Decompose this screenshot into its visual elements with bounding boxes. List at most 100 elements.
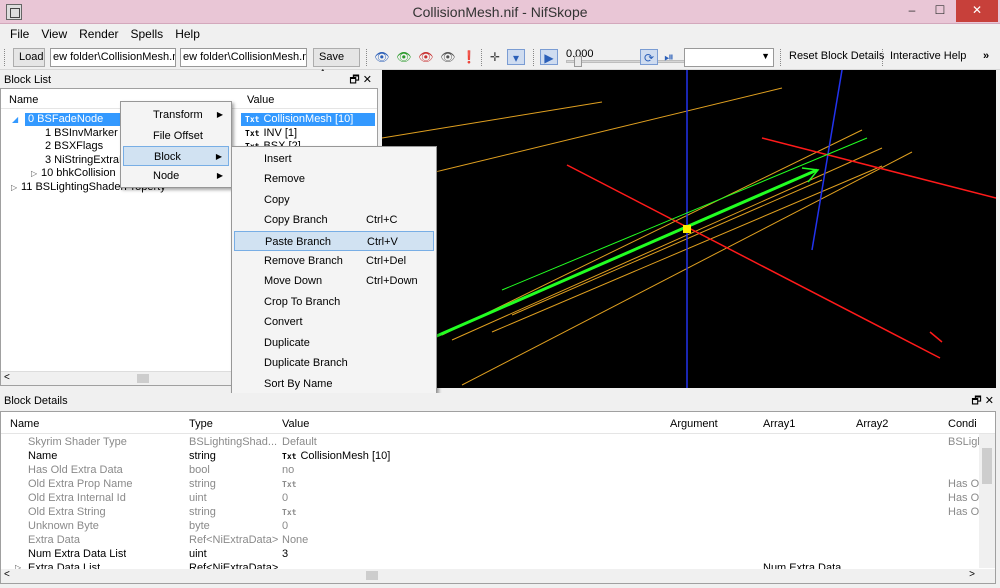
table-row[interactable]: Unknown Byte byte 0 [1,519,979,533]
toolbar-separator [366,49,367,66]
submenu-item-duplicate-branch[interactable]: Duplicate Branch [234,353,434,373]
dock-float-close-icon[interactable]: 🗗 ✕ [349,71,372,89]
interactive-help-button[interactable]: Interactive Help [890,50,966,62]
submenu-item-remove[interactable]: Remove [234,169,434,189]
menu-spells[interactable]: Spells [125,24,170,41]
tree-row-bsinvmarker[interactable]: 1 BSInvMarker [45,127,118,140]
scroll-left-icon[interactable]: < [4,569,10,580]
window-title: CollisionMesh.nif - NifSkope [412,4,588,20]
submenu-item-duplicate[interactable]: Duplicate [234,333,434,353]
time-slider-thumb[interactable] [574,56,582,67]
toolbar-overflow-icon[interactable]: » [983,50,989,62]
menu-view[interactable]: View [35,24,73,41]
block-details-title: Block Details 🗗 ✕ [0,393,1000,410]
table-row[interactable]: ▷ Extra Data List Ref<NiExtraData> Num E… [1,561,979,569]
animation-select[interactable]: ▼ [684,48,774,67]
submenu-item-copy-branch[interactable]: Copy Branch Ctrl+C [234,210,434,230]
submenu-item-move-down[interactable]: Move Down Ctrl+Down [234,271,434,291]
scroll-thumb[interactable] [137,374,149,383]
axes-icon[interactable]: ✛ [486,49,504,65]
minimize-button[interactable]: – [898,0,926,22]
header-array2[interactable]: Array2 [856,418,888,430]
menu-render[interactable]: Render [73,24,124,41]
header-name[interactable]: Name [10,418,39,430]
table-row[interactable]: Old Extra Internal Id uint 0 Has O [1,491,979,505]
flag-icon[interactable]: ❗ [460,49,478,65]
table-row[interactable]: Skyrim Shader Type BSLightingShad... Def… [1,435,983,449]
details-header: Name Type Value Argument Array1 Array2 C… [1,412,995,434]
toolbar-separator [780,49,781,66]
tree-expand-icon[interactable]: ◢ [12,113,24,126]
scroll-thumb[interactable] [982,448,992,484]
eye-green-icon[interactable]: 👁 [395,49,413,65]
submenu-item-remove-branch[interactable]: Remove Branch Ctrl+Del [234,251,434,271]
toolbar-separator [882,49,883,66]
col-name-header[interactable]: Name [9,94,38,106]
menu-file[interactable]: File [4,24,35,41]
header-condition[interactable]: Condi [948,418,977,430]
load-path-input[interactable]: ew folder\CollisionMesh.nif [50,48,176,67]
title-bar: CollisionMesh.nif - NifSkope – ☐ ✕ [0,0,1000,24]
table-row[interactable]: Old Extra Prop Name string Txt Has O [1,477,979,491]
tree-value-bsinvmarker[interactable]: Txt INV [1] [245,127,297,140]
submenu-item-sort-by-name[interactable]: Sort By Name [234,374,434,394]
header-argument[interactable]: Argument [670,418,718,430]
context-item-file-offset[interactable]: File Offset [123,126,229,146]
submenu-arrow-icon: ▶ [215,152,222,161]
view-dropdown-icon[interactable]: ▾ [507,49,525,65]
block-list-title: Block List 🗗 ✕ [0,71,378,89]
scroll-left-icon[interactable]: < [4,372,10,383]
scroll-thumb[interactable] [366,571,378,580]
tree-value-bsfadenode[interactable]: Txt CollisionMesh [10] [241,113,375,126]
maximize-button[interactable]: ☐ [926,0,954,22]
col-value-header[interactable]: Value [247,94,274,106]
submenu-item-insert[interactable]: Insert [234,149,434,169]
chevron-down-icon: ▼ [761,51,770,61]
context-item-transform[interactable]: Transform ▶ [123,105,229,125]
scene-canvas [381,69,997,388]
toolbar: Load ew folder\CollisionMesh.nif ew fold… [0,45,1000,80]
table-row[interactable]: Extra Data Ref<NiExtraData> None [1,533,979,547]
details-vscroll[interactable] [979,434,995,568]
load-button[interactable]: Load [13,48,45,67]
table-row[interactable]: Old Extra String string Txt Has O [1,505,979,519]
submenu-item-paste-branch[interactable]: Paste Branch Ctrl+V [234,231,434,251]
toolbar-separator [533,49,534,66]
table-row[interactable]: Name string Txt CollisionMesh [10] [1,449,979,463]
header-value[interactable]: Value [282,418,309,430]
play-icon[interactable]: ▶ [540,49,558,65]
eye-blue-icon[interactable]: 👁 [373,49,391,65]
tree-row-nistringextradata[interactable]: 3 NiStringExtraD [45,154,121,167]
render-viewport[interactable] [381,69,997,388]
scroll-right-icon[interactable]: > [969,569,975,580]
submenu-arrow-icon: ▶ [216,171,223,180]
toolbar-grip [4,49,5,66]
table-row[interactable]: Num Extra Data List uint 3 [1,547,979,561]
tree-row-bsxflags[interactable]: 2 BSXFlags [45,140,103,153]
eye-red-icon[interactable]: 👁 [417,49,435,65]
dock-float-close-icon[interactable]: 🗗 ✕ [971,393,994,410]
table-row[interactable]: Has Old Extra Data bool no [1,463,979,477]
eye-gray-icon[interactable]: 👁 [439,49,457,65]
block-submenu: Insert Remove Copy Copy Branch Ctrl+C Pas… [231,146,437,396]
details-hscroll[interactable]: < > [1,569,995,583]
submenu-item-copy[interactable]: Copy [234,190,434,210]
header-array1[interactable]: Array1 [763,418,795,430]
block-details-table[interactable]: Name Type Value Argument Array1 Array2 C… [0,411,996,584]
save-as-button[interactable]: Save As [313,48,360,80]
menu-help[interactable]: Help [169,24,206,41]
save-path-input[interactable]: ew folder\CollisionMesh.nif [180,48,307,67]
context-item-node[interactable]: Node ▶ [123,166,229,186]
submenu-item-crop-to-branch[interactable]: Crop To Branch [234,292,434,312]
tree-row-bhkcollision[interactable]: ▷ 10 bhkCollision [31,167,121,180]
submenu-item-convert[interactable]: Convert [234,312,434,332]
tree-row-bsfadenode[interactable]: 0 BSFadeNode [25,113,127,126]
header-type[interactable]: Type [189,418,213,430]
reset-block-details-button[interactable]: Reset Block Details [789,50,884,62]
menu-bar: File View Render Spells Help [0,24,1000,45]
toolbar-separator [481,49,482,66]
close-button[interactable]: ✕ [956,0,998,22]
switch-icon[interactable]: ⏯ [660,49,678,65]
context-item-block[interactable]: Block ▶ [123,146,229,166]
loop-icon[interactable]: ⟳ [640,49,658,65]
